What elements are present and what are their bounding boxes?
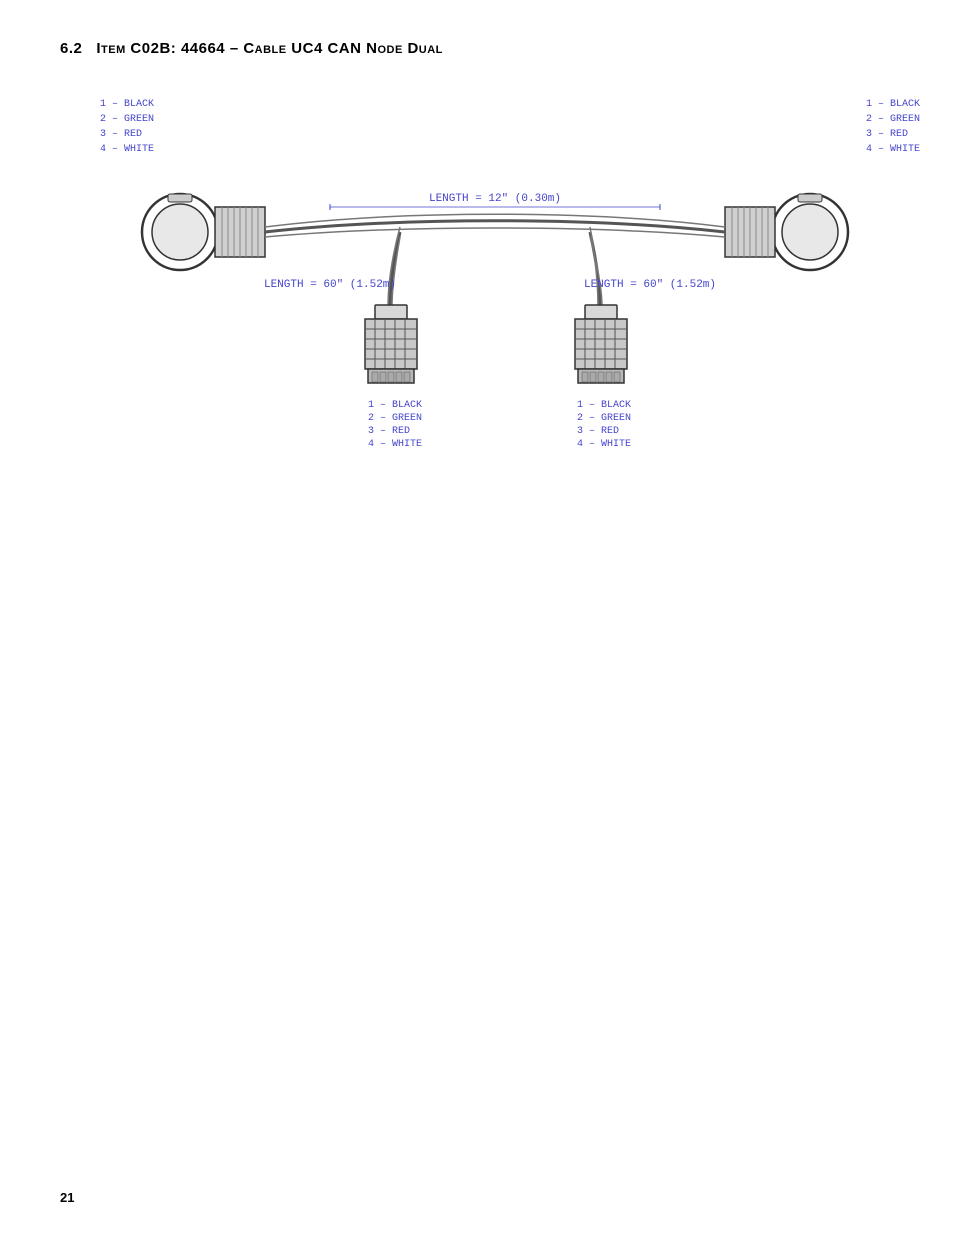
- svg-text:2 – GREEN: 2 – GREEN: [368, 413, 422, 424]
- section-title-text: Item C02B: 44664 – Cable UC4 CAN Node Du…: [96, 40, 443, 57]
- section-title: 6.2 Item C02B: 44664 – Cable UC4 CAN Nod…: [60, 40, 894, 57]
- section-number: 6.2: [60, 40, 82, 57]
- svg-text:LENGTH = 12" (0.30m): LENGTH = 12" (0.30m): [429, 193, 561, 205]
- page: 6.2 Item C02B: 44664 – Cable UC4 CAN Nod…: [0, 0, 954, 1235]
- svg-text:LENGTH = 60" (1.52m): LENGTH = 60" (1.52m): [584, 279, 716, 291]
- cable-diagram-svg: LENGTH = 12" (0.30m): [60, 77, 930, 507]
- svg-text:4 – WHITE: 4 – WHITE: [577, 439, 631, 450]
- diagram-container: 1 – BLACK 2 – GREEN 3 – RED 4 – WHITE 1 – B…: [60, 77, 930, 497]
- svg-text:4 – WHITE: 4 – WHITE: [368, 439, 422, 450]
- svg-text:LENGTH = 60" (1.52m): LENGTH = 60" (1.52m): [264, 279, 396, 291]
- svg-text:3 – RED: 3 – RED: [368, 426, 410, 437]
- page-number: 21: [60, 1190, 74, 1205]
- svg-text:3 – RED: 3 – RED: [577, 426, 619, 437]
- svg-text:1 – BLACK: 1 – BLACK: [368, 400, 422, 411]
- svg-text:1 – BLACK: 1 – BLACK: [577, 400, 631, 411]
- svg-text:2 – GREEN: 2 – GREEN: [577, 413, 631, 424]
